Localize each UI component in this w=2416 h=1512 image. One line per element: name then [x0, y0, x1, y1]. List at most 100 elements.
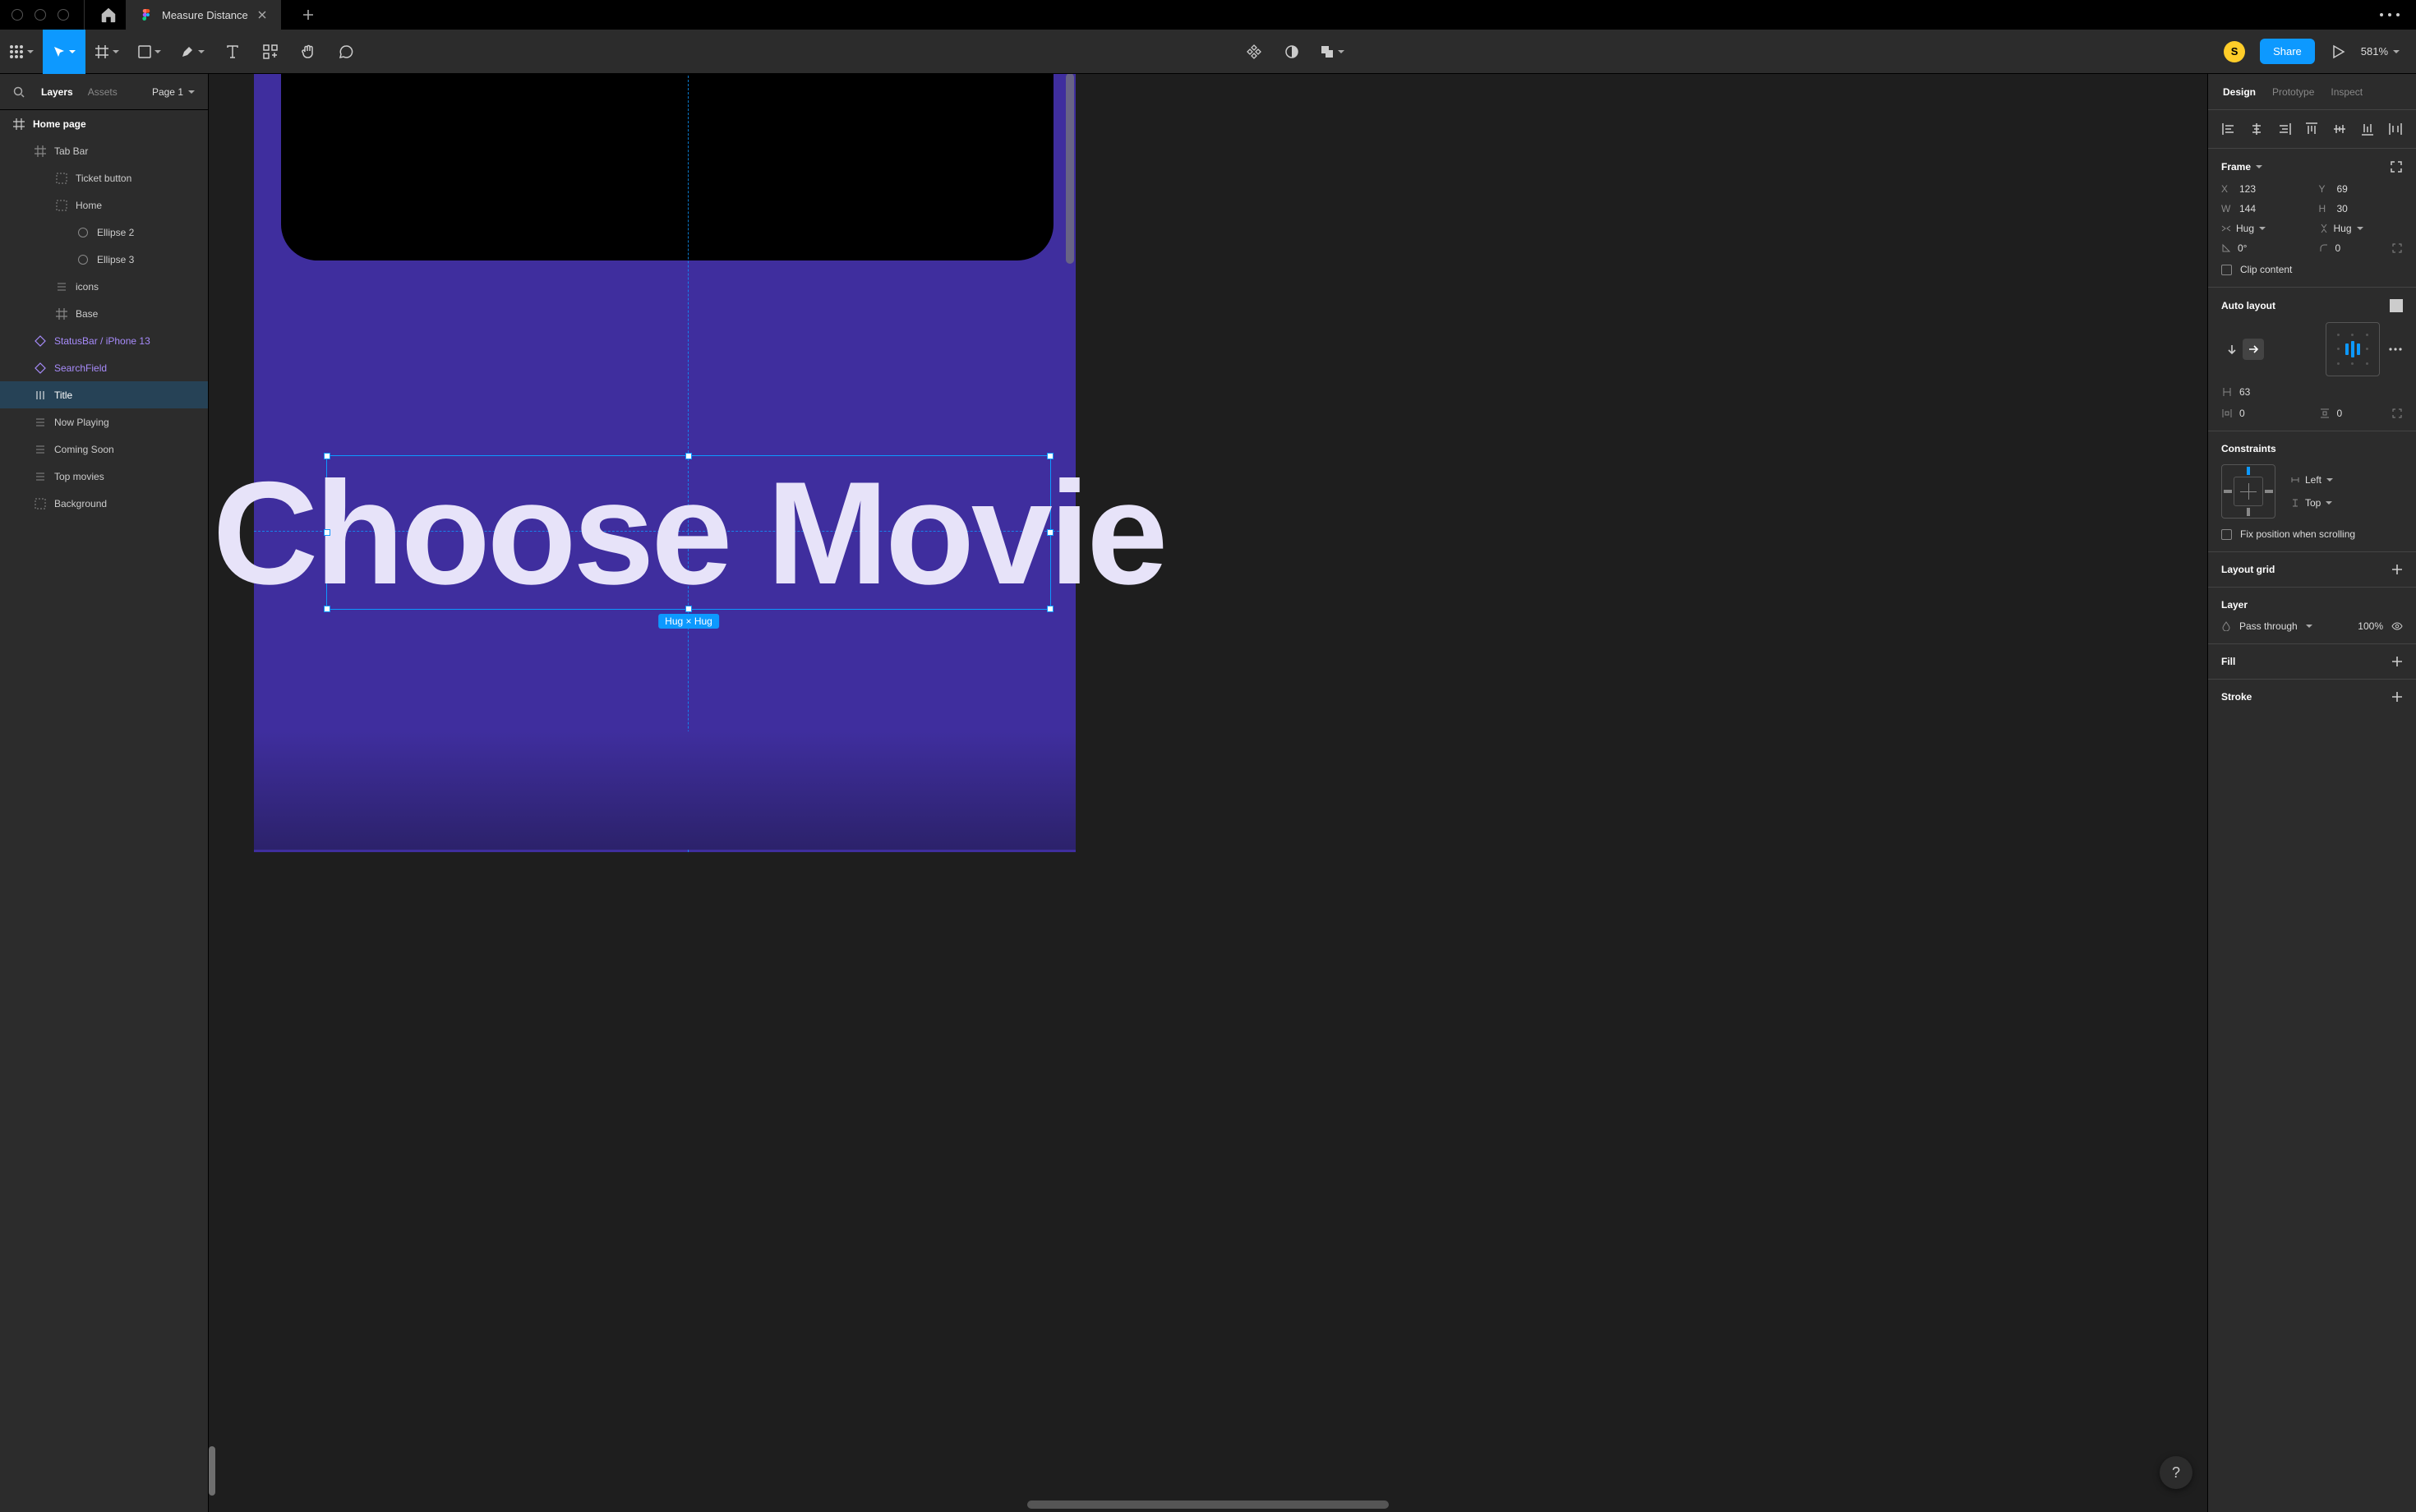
add-layout-grid-icon[interactable]: [2391, 564, 2403, 575]
layer-searchfield[interactable]: SearchField: [0, 354, 208, 381]
add-stroke-icon[interactable]: [2391, 691, 2403, 703]
layer-background[interactable]: Background: [0, 490, 208, 517]
layer-home-page[interactable]: Home page: [0, 110, 208, 137]
user-avatar[interactable]: S: [2224, 41, 2245, 62]
layer-statusbar[interactable]: StatusBar / iPhone 13: [0, 327, 208, 354]
canvas[interactable]: Choose Movie Hug × Hug: [209, 74, 2207, 1512]
home-icon[interactable]: [99, 6, 118, 24]
overflow-menu-icon[interactable]: [2378, 12, 2401, 18]
share-button[interactable]: Share: [2260, 39, 2315, 64]
autolayout-more-icon[interactable]: [2388, 347, 2403, 352]
layer-icons[interactable]: icons: [0, 273, 208, 300]
move-tool[interactable]: [43, 30, 85, 74]
assets-tab[interactable]: Assets: [88, 86, 118, 98]
page-selector[interactable]: Page 1: [152, 86, 195, 98]
blend-mode-value[interactable]: Pass through: [2239, 620, 2298, 632]
layer-tab-bar[interactable]: Tab Bar: [0, 137, 208, 164]
layer-ellipse-2[interactable]: Ellipse 2: [0, 219, 208, 246]
opacity-value[interactable]: 100%: [2358, 620, 2383, 632]
resize-handle[interactable]: [324, 453, 330, 459]
align-top-icon[interactable]: [2304, 122, 2319, 136]
present-icon[interactable]: [2330, 44, 2346, 60]
resize-handle[interactable]: [1047, 453, 1054, 459]
layer-home[interactable]: Home: [0, 191, 208, 219]
layer-coming-soon[interactable]: Coming Soon: [0, 436, 208, 463]
gap-field[interactable]: 63: [2221, 386, 2403, 398]
tab-inspect[interactable]: Inspect: [2331, 86, 2363, 98]
resize-handle[interactable]: [324, 529, 330, 536]
x-field[interactable]: X123: [2221, 183, 2306, 195]
resize-handle[interactable]: [1047, 529, 1054, 536]
resize-handle[interactable]: [685, 606, 692, 612]
text-tool[interactable]: [214, 30, 251, 74]
resize-h-dropdown[interactable]: Hug: [2319, 223, 2404, 234]
hand-tool[interactable]: [289, 30, 327, 74]
w-field[interactable]: W144: [2221, 203, 2306, 214]
canvas-scrollbar-h[interactable]: [1027, 1500, 1389, 1509]
layer-now-playing[interactable]: Now Playing: [0, 408, 208, 436]
layer-ticket-button[interactable]: Ticket button: [0, 164, 208, 191]
pen-tool[interactable]: [171, 30, 214, 74]
remove-autolayout-icon[interactable]: [2390, 299, 2403, 312]
close-icon[interactable]: [258, 11, 266, 19]
align-distribute-icon[interactable]: [2388, 122, 2403, 136]
new-tab-icon[interactable]: [302, 9, 314, 21]
file-tab[interactable]: Measure Distance: [126, 0, 281, 30]
fix-position-checkbox[interactable]: Fix position when scrolling: [2221, 528, 2403, 540]
resize-handle[interactable]: [1047, 606, 1054, 612]
layer-base[interactable]: Base: [0, 300, 208, 327]
layer-ellipse-3[interactable]: Ellipse 3: [0, 246, 208, 273]
traffic-close[interactable]: [12, 9, 23, 21]
align-bottom-icon[interactable]: [2360, 122, 2375, 136]
h-field[interactable]: H30: [2319, 203, 2404, 214]
independent-corners-icon[interactable]: [2391, 242, 2403, 254]
text-icon: [225, 44, 240, 59]
resize-handle[interactable]: [685, 453, 692, 459]
layer-title[interactable]: Title: [0, 381, 208, 408]
padding-v-field[interactable]: 0: [2319, 408, 2404, 419]
rotation-field[interactable]: 0°: [2221, 242, 2306, 254]
stroke-section: Stroke: [2208, 680, 2416, 714]
comment-tool[interactable]: [327, 30, 365, 74]
independent-padding-icon[interactable]: [2391, 408, 2403, 419]
alignment-box[interactable]: [2326, 322, 2380, 376]
main-menu-button[interactable]: [0, 30, 43, 74]
radius-field[interactable]: 0: [2319, 242, 2404, 254]
direction-vertical[interactable]: [2221, 339, 2243, 360]
frame-section-title[interactable]: Frame: [2221, 161, 2251, 173]
resize-w-dropdown[interactable]: Hug: [2221, 223, 2306, 234]
inner-scrollbar[interactable]: [1066, 74, 1074, 264]
clip-content-checkbox[interactable]: Clip content: [2221, 264, 2403, 275]
mask-tool[interactable]: [1273, 30, 1311, 74]
search-icon[interactable]: [13, 86, 25, 98]
constraint-v-dropdown[interactable]: Top: [2290, 497, 2403, 509]
zoom-control[interactable]: 581%: [2361, 45, 2400, 58]
constraint-diagram[interactable]: [2221, 464, 2275, 519]
align-right-icon[interactable]: [2277, 122, 2292, 136]
help-button[interactable]: ?: [2160, 1456, 2192, 1489]
tab-design[interactable]: Design: [2223, 86, 2256, 98]
tab-prototype[interactable]: Prototype: [2272, 86, 2314, 98]
constraint-h-dropdown[interactable]: Left: [2290, 474, 2403, 486]
component-tool[interactable]: [1235, 30, 1273, 74]
shape-tool[interactable]: [128, 30, 171, 74]
y-field[interactable]: Y69: [2319, 183, 2404, 195]
resources-tool[interactable]: [251, 30, 289, 74]
fit-icon[interactable]: [2390, 160, 2403, 173]
frame-tool[interactable]: [85, 30, 128, 74]
align-left-icon[interactable]: [2221, 122, 2236, 136]
selection-bounds[interactable]: Choose Movie Hug × Hug: [326, 455, 1051, 610]
boolean-tool[interactable]: [1311, 30, 1353, 74]
align-hcenter-icon[interactable]: [2249, 122, 2264, 136]
resize-handle[interactable]: [324, 606, 330, 612]
align-vcenter-icon[interactable]: [2332, 122, 2347, 136]
panel-resize-handle[interactable]: [209, 1446, 215, 1496]
layer-top-movies[interactable]: Top movies: [0, 463, 208, 490]
direction-horizontal[interactable]: [2243, 339, 2264, 360]
traffic-min[interactable]: [35, 9, 46, 21]
padding-h-field[interactable]: 0: [2221, 408, 2306, 419]
traffic-max[interactable]: [58, 9, 69, 21]
add-fill-icon[interactable]: [2391, 656, 2403, 667]
layers-tab[interactable]: Layers: [41, 86, 73, 98]
visibility-icon[interactable]: [2391, 620, 2403, 632]
